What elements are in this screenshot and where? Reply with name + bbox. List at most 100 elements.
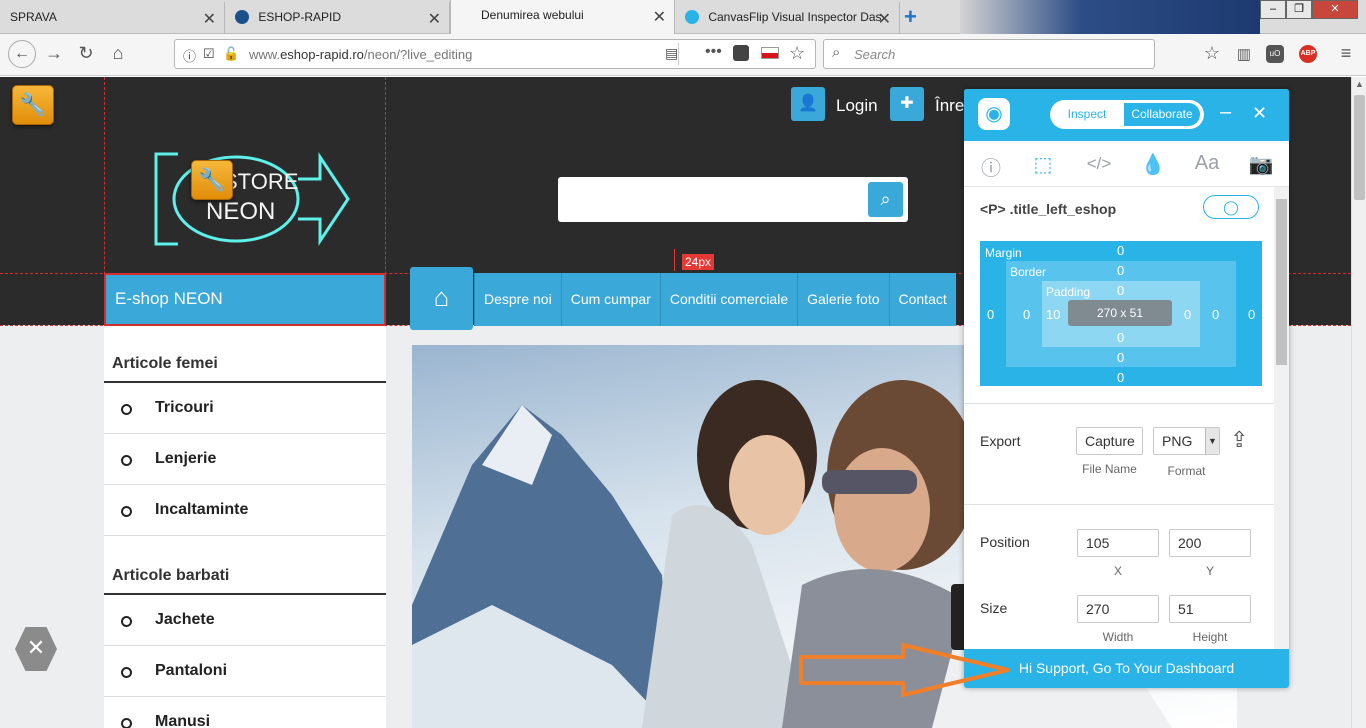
list-item[interactable]: Pantaloni [104, 646, 386, 697]
select-element-icon[interactable]: ⬚ [1028, 152, 1058, 177]
page-actions-icon[interactable]: ••• [705, 43, 722, 61]
menu-item-cum-cumpar[interactable]: Cum cumpar [560, 273, 660, 326]
list-item[interactable]: Manusi [104, 697, 386, 728]
login-link[interactable]: Login [836, 96, 878, 116]
add-user-icon[interactable]: ✚ [890, 87, 924, 121]
code-icon[interactable]: </> [1084, 154, 1114, 174]
scrollbar-thumb[interactable] [1354, 95, 1365, 200]
home-icon: ⌂ [433, 282, 450, 312]
tab-canvasflip[interactable]: CanvasFlip Visual Inspector Das ✕ [675, 2, 900, 34]
tab-eshop-rapid[interactable]: ESHOP-RAPID ✕ [225, 2, 450, 34]
typography-icon[interactable]: Aa [1192, 152, 1222, 175]
list-item[interactable]: Lenjerie [104, 434, 386, 485]
close-icon[interactable]: ✕ [15, 627, 57, 671]
share-icon[interactable]: ⇪ [1230, 427, 1248, 453]
search-field[interactable]: ⌕ Search [823, 39, 1155, 69]
position-y-input[interactable]: 200 [1169, 529, 1251, 557]
address-bar[interactable]: ⓘ ☑ 🔓 www.eshop-rapid.ro/neon/?live_edit… [174, 39, 816, 69]
home-icon[interactable]: ⌂ [106, 43, 130, 64]
minimize-icon[interactable]: ‒ [1260, 0, 1286, 19]
bookmarks-icon[interactable]: ☆ [1200, 43, 1224, 64]
close-tab-icon[interactable]: ✕ [878, 9, 891, 29]
maximize-icon[interactable]: ❐ [1286, 0, 1312, 19]
list-item[interactable]: Incaltaminte [104, 485, 386, 536]
insecure-lock-icon[interactable]: 🔓 [223, 46, 239, 62]
logo-wrench-icon[interactable]: 🔧 [191, 160, 233, 200]
height-input[interactable]: 51 [1169, 595, 1251, 623]
user-icon[interactable]: 👤 [791, 87, 825, 121]
close-window-icon[interactable]: ✕ [1312, 0, 1358, 19]
adblock-icon[interactable]: ABP [1299, 45, 1317, 63]
window-controls: ‒ ❐ ✕ [1260, 0, 1366, 20]
padding-label: Padding [1046, 285, 1091, 299]
collaborate-toggle[interactable]: Collaborate [1124, 103, 1200, 126]
bookmark-star-icon[interactable]: ☆ [789, 43, 805, 64]
site-search-button[interactable]: ⌕ [868, 182, 903, 217]
reload-icon[interactable]: ↻ [74, 43, 98, 64]
close-icon[interactable]: ✕ [1252, 103, 1267, 124]
border-right: 0 [1212, 307, 1220, 322]
menu-item-contact[interactable]: Contact [888, 273, 956, 326]
inspector-scrollbar[interactable] [1274, 187, 1289, 649]
back-icon[interactable]: ← [8, 40, 36, 68]
mode-toggle[interactable]: Inspect Collaborate [1050, 100, 1204, 129]
page-scrollbar[interactable]: ▲ [1351, 77, 1366, 728]
comment-icon[interactable]: ◯ [1203, 195, 1259, 219]
content-size: 270 x 51 [1068, 300, 1172, 326]
format-label: Format [1167, 464, 1206, 478]
padding-box: Padding 0 10 0 0 270 x 51 [1042, 281, 1200, 347]
search-icon: ⌕ [880, 189, 891, 209]
close-tab-icon[interactable]: ✕ [428, 9, 441, 29]
format-select[interactable]: PNG ▼ [1153, 427, 1220, 455]
eshop-title-left[interactable]: E-shop NEON [104, 273, 386, 326]
camera-icon[interactable]: 📷 [1246, 152, 1276, 177]
menu-item-despre-noi[interactable]: Despre noi [474, 273, 561, 326]
tab-denumirea-webului[interactable]: Denumirea webului ✕ [450, 0, 675, 34]
list-item[interactable]: Tricouri [104, 383, 386, 434]
sidebar-icon[interactable]: ▥ [1232, 45, 1256, 63]
file-name-input[interactable]: Capture [1076, 427, 1143, 455]
scroll-up-icon[interactable]: ▲ [1355, 79, 1364, 89]
tab-title: ESHOP-RAPID [258, 10, 342, 24]
site-search-input[interactable]: ⌕ [558, 177, 908, 222]
x-label: X [1113, 564, 1122, 578]
spacing-badge: 24px [682, 254, 715, 270]
border-label: Border [1010, 265, 1047, 279]
list-item-label: Manusi [155, 713, 211, 728]
width-input[interactable]: 270 [1077, 595, 1159, 623]
url-text[interactable]: www.eshop-rapid.ro/neon/?live_editing [249, 47, 472, 62]
info-icon[interactable]: ⓘ [183, 46, 196, 65]
list-item-label: Jachete [155, 611, 215, 628]
padding-bottom: 0 [1117, 330, 1125, 345]
search-placeholder: Search [854, 47, 896, 62]
border-bottom: 0 [1117, 350, 1125, 365]
menu-item-conditii-comerciale[interactable]: Conditii comerciale [659, 273, 798, 326]
permissions-icon[interactable]: ☑ [203, 46, 215, 62]
position-x-input[interactable]: 105 [1077, 529, 1159, 557]
menu-item-galerie-foto[interactable]: Galerie foto [797, 273, 889, 326]
new-tab-icon[interactable]: + [904, 4, 917, 30]
size-label: Size [980, 600, 1008, 616]
close-tab-icon[interactable]: ✕ [653, 7, 666, 27]
scrollbar-thumb[interactable] [1276, 199, 1287, 365]
list-item[interactable]: Jachete [104, 595, 386, 646]
color-drop-icon[interactable]: 💧 [1138, 152, 1168, 177]
close-tab-icon[interactable]: ✕ [203, 9, 216, 29]
margin-label: Margin [985, 246, 1022, 260]
home-button[interactable]: ⌂ [410, 267, 473, 330]
bullet-icon [121, 506, 132, 517]
info-icon[interactable]: ⓘ [976, 152, 1006, 181]
live-edit-wrench-icon[interactable]: 🔧 [12, 85, 54, 125]
canvasflip-favicon-icon [685, 10, 699, 24]
chevron-down-icon[interactable]: ▼ [1205, 428, 1219, 454]
pocket-icon[interactable] [733, 45, 749, 61]
inspect-toggle[interactable]: Inspect [1050, 100, 1124, 129]
reader-view-icon[interactable]: ▤ [665, 45, 678, 62]
menu-icon[interactable]: ≡ [1334, 43, 1358, 64]
tab-sprava[interactable]: SPRAVA ✕ [0, 2, 225, 34]
forward-icon[interactable]: → [42, 43, 66, 64]
ublock-icon[interactable]: uO [1266, 45, 1284, 63]
spacing-guide-line [674, 249, 675, 271]
czech-flag-icon[interactable] [761, 47, 779, 59]
minimize-icon[interactable]: ‒ [1220, 101, 1231, 124]
